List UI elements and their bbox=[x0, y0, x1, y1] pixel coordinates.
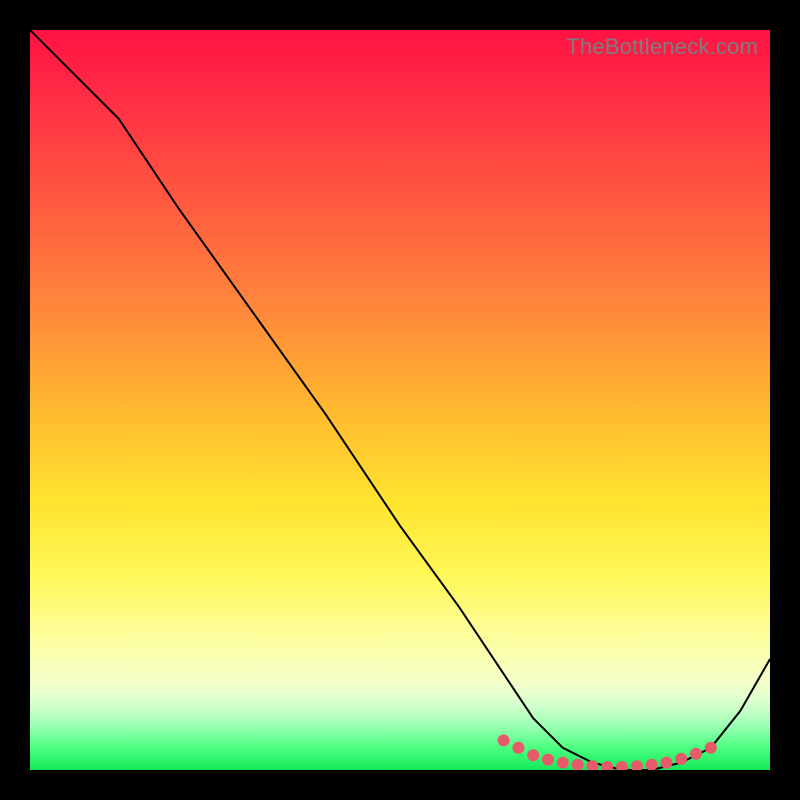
highlight-dot bbox=[542, 754, 554, 766]
highlight-dot bbox=[512, 742, 524, 754]
chart-svg bbox=[30, 30, 770, 770]
highlight-dot bbox=[557, 757, 569, 769]
highlight-dot bbox=[631, 760, 643, 770]
highlight-dot bbox=[675, 753, 687, 765]
bottleneck-curve bbox=[30, 30, 770, 770]
highlight-dot bbox=[527, 749, 539, 761]
highlight-dot bbox=[660, 757, 672, 769]
highlight-dot bbox=[498, 734, 510, 746]
highlight-dot bbox=[572, 759, 584, 770]
highlight-dot bbox=[601, 761, 613, 770]
highlight-dot bbox=[586, 760, 598, 770]
highlight-dot bbox=[616, 761, 628, 770]
chart-frame: TheBottleneck.com bbox=[0, 0, 800, 800]
highlight-dots bbox=[498, 734, 717, 770]
highlight-dot bbox=[690, 748, 702, 760]
chart-plot-area: TheBottleneck.com bbox=[30, 30, 770, 770]
highlight-dot bbox=[646, 759, 658, 770]
highlight-dot bbox=[705, 742, 717, 754]
